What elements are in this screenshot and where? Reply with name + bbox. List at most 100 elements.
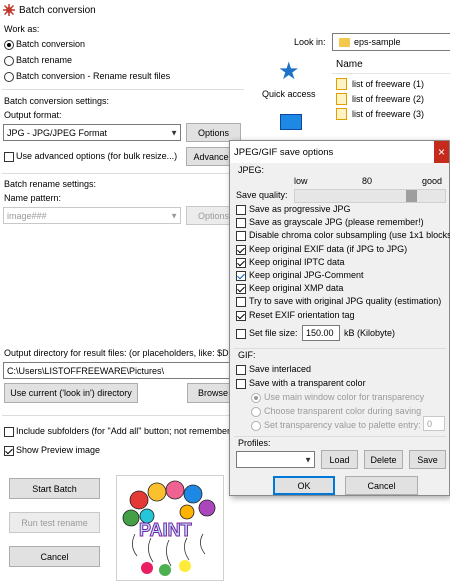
- save-options-dialog: JPEG/GIF save options × JPEG: low 80 goo…: [229, 140, 450, 496]
- output-format-value: JPG - JPG/JPEG Format: [7, 127, 108, 138]
- image-file-icon: [336, 108, 347, 120]
- image-file-icon: [336, 78, 347, 90]
- divider: [234, 436, 446, 437]
- jpeg-option-checkbox[interactable]: [236, 297, 246, 307]
- save-interlaced-label: Save interlaced: [249, 364, 312, 374]
- save-transparent-label: Save with a transparent color: [249, 378, 366, 388]
- quality-low-label: low: [294, 176, 308, 186]
- jpeg-option-checkbox[interactable]: [236, 284, 246, 294]
- jpeg-option-checkbox[interactable]: [236, 245, 246, 255]
- column-name-header[interactable]: Name: [336, 59, 363, 70]
- chevron-down-icon: ▼: [304, 455, 312, 464]
- file-name: list of freeware (2): [352, 94, 425, 104]
- quick-access[interactable]: ★ Quick access: [258, 60, 324, 106]
- use-current-dir-button[interactable]: Use current ('look in') directory: [4, 383, 138, 403]
- radio-label: Batch rename: [16, 55, 73, 65]
- dialog-cancel-button[interactable]: Cancel: [345, 476, 418, 495]
- rename-settings-label: Batch rename settings:: [4, 179, 97, 189]
- divider: [2, 89, 244, 90]
- dialog-close-button[interactable]: ×: [434, 141, 449, 163]
- profile-delete-button[interactable]: Delete: [364, 450, 403, 469]
- work-as-label: Work as:: [4, 24, 40, 34]
- jpeg-option-checkbox[interactable]: [236, 271, 246, 281]
- list-item[interactable]: list of freeware (2): [336, 92, 450, 106]
- preview-logo-text: PAINT: [139, 520, 193, 541]
- transparency-option-main-color[interactable]: [251, 393, 261, 403]
- name-pattern-label: Name pattern:: [4, 193, 62, 203]
- chevron-down-icon: ▼: [170, 211, 178, 220]
- jpeg-option-label: Try to save with original JPG quality (e…: [249, 296, 442, 306]
- quality-slider-thumb[interactable]: [406, 190, 417, 202]
- list-item[interactable]: list of freeware (1): [336, 77, 450, 91]
- header-line: [332, 73, 450, 74]
- cancel-button[interactable]: Cancel: [9, 546, 100, 567]
- run-test-rename-button[interactable]: Run test rename: [9, 512, 100, 533]
- transparency-option-palette[interactable]: [251, 421, 261, 431]
- quick-access-label: Quick access: [262, 89, 316, 99]
- radio-label: Batch conversion - Rename result files: [16, 71, 171, 81]
- preview-image: PAINT: [116, 475, 224, 581]
- look-in-value: eps-sample: [354, 37, 401, 47]
- output-format-select[interactable]: JPG - JPG/JPEG Format ▼: [3, 124, 181, 141]
- set-file-size-checkbox[interactable]: [236, 329, 246, 339]
- save-interlaced-checkbox[interactable]: [236, 365, 246, 375]
- profiles-select[interactable]: ▼: [236, 451, 315, 468]
- start-batch-button[interactable]: Start Batch: [9, 478, 100, 499]
- radio-batch-conversion[interactable]: [4, 40, 14, 50]
- quality-value-label: 80: [362, 176, 373, 186]
- jpeg-option-label: Keep original JPG-Comment: [249, 270, 364, 280]
- profile-save-button[interactable]: Save: [409, 450, 446, 469]
- file-size-input[interactable]: 150.00: [302, 325, 340, 341]
- radio-label: Batch conversion: [16, 39, 86, 49]
- radio-conversion-rename[interactable]: [4, 72, 14, 82]
- browse-button[interactable]: Browse: [187, 383, 233, 403]
- radio-batch-rename[interactable]: [4, 56, 14, 66]
- palette-entry-input[interactable]: 0: [423, 416, 445, 431]
- conversion-settings-label: Batch conversion settings:: [4, 96, 110, 106]
- advanced-options-checkbox[interactable]: [4, 152, 14, 162]
- transparency-option-choose[interactable]: [251, 407, 261, 417]
- jpeg-option-label: Keep original IPTC data: [249, 257, 345, 267]
- divider: [234, 348, 446, 349]
- divider: [2, 415, 244, 416]
- output-dir-label: Output directory for result files: (or p…: [4, 348, 232, 358]
- dialog-ok-button[interactable]: OK: [273, 476, 335, 495]
- output-dir-input[interactable]: C:\Users\LISTOFFREEWARE\Pictures\: [3, 362, 233, 379]
- jpeg-option-checkbox[interactable]: [236, 311, 246, 321]
- advanced-options-label: Use advanced options (for bulk resize...…: [16, 151, 178, 161]
- file-list: Name list of freeware (1) list of freewa…: [332, 56, 450, 146]
- quality-slider[interactable]: [294, 189, 446, 203]
- look-in-select[interactable]: eps-sample: [332, 33, 450, 51]
- chevron-down-icon: ▼: [170, 128, 178, 137]
- save-transparent-checkbox[interactable]: [236, 379, 246, 389]
- file-size-value: 150.00: [306, 328, 334, 338]
- save-quality-label: Save quality:: [236, 190, 288, 200]
- jpeg-option-checkbox[interactable]: [236, 231, 246, 241]
- show-preview-label: Show Preview image: [16, 445, 101, 455]
- profiles-label: Profiles:: [238, 438, 271, 448]
- jpeg-label: JPEG:: [238, 165, 265, 175]
- jpeg-option-checkbox[interactable]: [236, 205, 246, 215]
- jpeg-option-checkbox[interactable]: [236, 258, 246, 268]
- transparency-option-label: Choose transparent color during saving: [264, 406, 422, 416]
- divider: [2, 173, 244, 174]
- close-icon: ×: [437, 145, 445, 159]
- desktop-icon[interactable]: [280, 114, 302, 130]
- profile-load-button[interactable]: Load: [321, 450, 358, 469]
- jpeg-option-label: Keep original XMP data: [249, 283, 344, 293]
- include-subfolders-checkbox[interactable]: [4, 427, 14, 437]
- transparency-option-label: Use main window color for transparency: [264, 392, 425, 402]
- jpeg-option-checkbox[interactable]: [236, 218, 246, 228]
- file-name: list of freeware (3): [352, 109, 425, 119]
- list-item[interactable]: list of freeware (3): [336, 107, 450, 121]
- gif-label: GIF:: [238, 350, 256, 360]
- folder-icon: [339, 38, 350, 47]
- show-preview-checkbox[interactable]: [4, 446, 14, 456]
- window-title: Batch conversion: [19, 5, 96, 16]
- dialog-title: JPEG/GIF save options: [234, 147, 334, 158]
- jpeg-option-label: Save as grayscale JPG (please remember!): [249, 217, 424, 227]
- name-pattern-select[interactable]: image### ▼: [3, 207, 181, 224]
- look-in-label: Look in:: [294, 37, 326, 47]
- jpeg-option-label: Keep original EXIF data (if JPG to JPG): [249, 244, 408, 254]
- output-dir-value: C:\Users\LISTOFFREEWARE\Pictures\: [7, 365, 165, 376]
